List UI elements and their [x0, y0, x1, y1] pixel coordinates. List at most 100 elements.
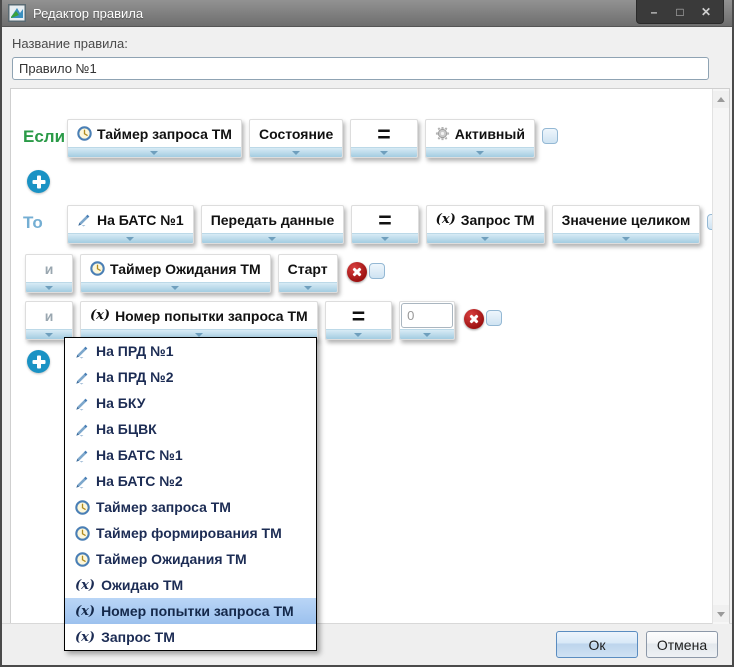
action-block-operator[interactable]: = [351, 205, 419, 244]
add-condition-button[interactable] [27, 170, 50, 193]
x-variable-icon: (x) [75, 603, 96, 619]
dropdown-strip[interactable] [325, 329, 392, 339]
if-row: Если Таймер запроса ТМ Состояние = Актив… [15, 119, 729, 158]
condition-block-value[interactable]: Активный [424, 119, 535, 158]
dropdown-strip[interactable] [352, 233, 418, 243]
menu-item-label: Таймер Ожидания ТМ [96, 551, 247, 567]
dropdown-strip[interactable] [68, 147, 241, 157]
menu-item[interactable]: На БАТС №1 [65, 442, 316, 468]
dropdown-strip[interactable] [201, 233, 344, 243]
and-row-2: и (x) Номер попытки запроса ТМ = [15, 301, 729, 340]
action-block-variable[interactable]: (x) Номер попытки запроса ТМ [80, 301, 318, 340]
menu-item-label: Таймер запроса ТМ [96, 499, 231, 515]
hand-pen-icon [76, 476, 88, 489]
menu-item-selected[interactable]: (x) Номер попытки запроса ТМ [65, 598, 316, 624]
action-block-mode[interactable]: Значение целиком [551, 205, 701, 244]
and-label: и [44, 307, 54, 324]
menu-item-label: Запрос ТМ [101, 629, 175, 645]
clock-icon [77, 126, 92, 141]
minimize-button[interactable]: – [641, 3, 667, 21]
block-label: На БАТС №1 [97, 211, 184, 228]
condition-block-operator[interactable]: = [350, 119, 418, 158]
variable-dropdown-menu: На ПРД №1 На ПРД №2 На БКУ На БЦВК На БА… [64, 337, 317, 651]
row-checkbox[interactable] [486, 310, 503, 326]
dropdown-strip[interactable] [552, 233, 700, 243]
menu-item[interactable]: На ПРД №2 [65, 364, 316, 390]
clock-icon [75, 551, 90, 567]
menu-item-label: На ПРД №1 [96, 343, 174, 359]
block-label: Активный [454, 125, 525, 142]
menu-item[interactable]: (x) Ожидаю ТМ [65, 572, 316, 598]
action-block-command[interactable]: Передать данные [200, 205, 345, 244]
dropdown-strip[interactable] [426, 233, 544, 243]
dropdown-strip[interactable] [278, 282, 337, 292]
menu-item-label: Ожидаю ТМ [101, 577, 184, 593]
value-spinner-block[interactable] [399, 301, 456, 340]
rule-name-input[interactable] [12, 57, 709, 80]
block-label: Состояние [258, 125, 334, 142]
hand-pen-icon [78, 214, 90, 227]
hand-pen-icon [76, 424, 88, 437]
if-label: Если [23, 127, 66, 146]
menu-item[interactable]: Таймер запроса ТМ [65, 494, 316, 520]
dropdown-strip[interactable] [81, 282, 270, 292]
ok-button[interactable]: Ок [556, 631, 638, 658]
cancel-button[interactable]: Отмена [646, 631, 718, 658]
add-action-button[interactable] [27, 350, 50, 373]
action-block-variable[interactable]: (x) Запрос ТМ [425, 205, 545, 244]
menu-item[interactable]: Таймер формирования ТМ [65, 520, 316, 546]
menu-item[interactable]: Таймер Ожидания ТМ [65, 546, 316, 572]
close-button[interactable]: ✕ [693, 3, 719, 21]
clock-icon [75, 525, 90, 541]
window-controls: – □ ✕ [636, 0, 724, 24]
dropdown-strip[interactable] [351, 147, 417, 157]
block-label: Передать данные [210, 211, 335, 228]
row-checkbox[interactable] [368, 263, 385, 279]
menu-item-label: На ПРД №2 [96, 369, 174, 385]
rule-name-label: Название правила: [12, 36, 128, 51]
menu-item[interactable]: На ПРД №1 [65, 338, 316, 364]
dropdown-strip[interactable] [400, 329, 455, 339]
action-block-timer[interactable]: Таймер Ожидания ТМ [80, 254, 271, 293]
menu-item-label: Таймер формирования ТМ [96, 525, 282, 541]
menu-item[interactable]: На БАТС №2 [65, 468, 316, 494]
and-connector-block[interactable]: и [25, 301, 73, 340]
dropdown-strip[interactable] [425, 147, 534, 157]
and-label: и [44, 260, 54, 277]
delete-row-button[interactable] [346, 262, 367, 282]
condition-block-property[interactable]: Состояние [248, 119, 344, 158]
x-variable-icon: (x) [75, 629, 96, 645]
maximize-button[interactable]: □ [667, 3, 693, 21]
menu-item-label: На БАТС №1 [96, 447, 183, 463]
condition-checkbox[interactable] [541, 128, 558, 144]
menu-item[interactable]: На БКУ [65, 390, 316, 416]
value-input[interactable] [401, 303, 454, 328]
rule-editor-dialog: Редактор правила – □ ✕ Название правила:… [0, 0, 734, 667]
title-bar[interactable]: Редактор правила – □ ✕ [2, 0, 732, 27]
vertical-scrollbar[interactable] [712, 89, 729, 624]
scroll-up-icon[interactable] [713, 91, 729, 108]
action-block-timer-command[interactable]: Старт [277, 254, 338, 293]
menu-item[interactable]: На БЦВК [65, 416, 316, 442]
action-block-operator[interactable]: = [324, 301, 393, 340]
menu-item[interactable]: (x) Запрос ТМ [65, 624, 316, 650]
then-label: То [23, 213, 43, 232]
block-label: Номер попытки запроса ТМ [115, 307, 308, 324]
hand-pen-icon [76, 372, 88, 385]
dropdown-strip[interactable] [26, 282, 72, 292]
block-label: = [378, 206, 392, 233]
condition-block-source[interactable]: Таймер запроса ТМ [67, 119, 242, 158]
action-block-target[interactable]: На БАТС №1 [67, 205, 194, 244]
menu-item-label: На БЦВК [96, 421, 157, 437]
menu-item-label: На БКУ [96, 395, 146, 411]
and-connector-block[interactable]: и [25, 254, 73, 293]
hand-pen-icon [76, 450, 88, 463]
delete-row-button[interactable] [464, 309, 485, 329]
block-label: = [377, 120, 391, 147]
then-row: То На БАТС №1 Передать данные = (x) Запр [15, 205, 729, 244]
scroll-down-icon[interactable] [713, 605, 729, 622]
clock-icon [75, 499, 90, 515]
dropdown-strip[interactable] [249, 147, 343, 157]
x-variable-icon: (x) [75, 577, 96, 593]
dropdown-strip[interactable] [68, 233, 193, 243]
